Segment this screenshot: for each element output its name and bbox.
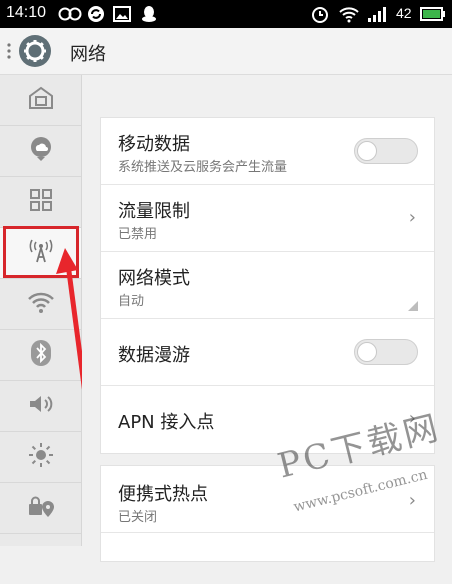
- volume-icon: [27, 392, 55, 420]
- cloud-icon: [28, 136, 54, 166]
- sync-icon: [87, 5, 105, 27]
- battery-icon: [420, 5, 446, 27]
- mobile-data-subtitle: 系统推送及云服务会产生流量: [118, 160, 288, 175]
- mobile-data-row[interactable]: 移动数据 系统推送及云服务会产生流量: [101, 118, 434, 185]
- network-mode-title: 网络模式: [118, 268, 190, 289]
- sidebar-item-security[interactable]: [0, 483, 81, 534]
- infinity-icon: [58, 5, 82, 27]
- sidebar-item-apps[interactable]: [0, 177, 81, 228]
- dropdown-corner-icon: [408, 296, 418, 315]
- network-mode-subtitle: 自动: [118, 294, 145, 309]
- wifi-icon: [338, 5, 360, 27]
- drag-handle-icon[interactable]: [6, 42, 12, 64]
- lock-location-icon: [26, 493, 56, 523]
- sidebar-item-more[interactable]: [0, 534, 81, 584]
- data-roaming-toggle[interactable]: [354, 339, 418, 365]
- signal-icon: [367, 5, 389, 27]
- bluetooth-icon: [29, 339, 53, 371]
- battery-level: 42: [396, 5, 412, 21]
- alarm-icon: [310, 5, 330, 27]
- qq-icon: [140, 5, 158, 27]
- gear-icon: [18, 34, 52, 72]
- brightness-icon: [27, 441, 55, 473]
- apps-grid-icon: [29, 188, 53, 216]
- data-limit-title: 流量限制: [118, 201, 190, 222]
- toggle-knob: [357, 342, 377, 362]
- apn-title: APN 接入点: [118, 412, 215, 433]
- sidebar-item-cloud[interactable]: [0, 126, 81, 177]
- data-limit-subtitle: 已禁用: [118, 227, 158, 242]
- sidebar-item-display[interactable]: [0, 432, 81, 483]
- home-icon: [27, 85, 55, 115]
- mobile-data-title: 移动数据: [118, 134, 190, 155]
- toggle-knob: [357, 141, 377, 161]
- status-bar: 14:10 42: [0, 0, 452, 28]
- hotspot-title: 便携式热点: [118, 484, 208, 505]
- mobile-data-toggle[interactable]: [354, 138, 418, 164]
- page-title: 网络: [70, 44, 106, 65]
- status-time: 14:10: [6, 4, 47, 21]
- watermark: PC下载网 www.pcsoft.com.cn: [272, 408, 447, 535]
- network-settings-card: 移动数据 系统推送及云服务会产生流量 流量限制 已禁用 › 网络模式 自动 数据…: [100, 117, 435, 454]
- hotspot-subtitle: 已关闭: [118, 510, 158, 525]
- sidebar-item-home[interactable]: [0, 75, 81, 126]
- chevron-right-icon: ›: [408, 207, 416, 228]
- data-roaming-title: 数据漫游: [118, 345, 190, 366]
- network-mode-row[interactable]: 网络模式 自动: [101, 252, 434, 319]
- data-roaming-row[interactable]: 数据漫游: [101, 319, 434, 386]
- wifi-icon: [27, 290, 55, 318]
- image-icon: [113, 5, 131, 27]
- title-bar: 网络: [0, 28, 452, 75]
- data-limit-row[interactable]: 流量限制 已禁用 ›: [101, 185, 434, 252]
